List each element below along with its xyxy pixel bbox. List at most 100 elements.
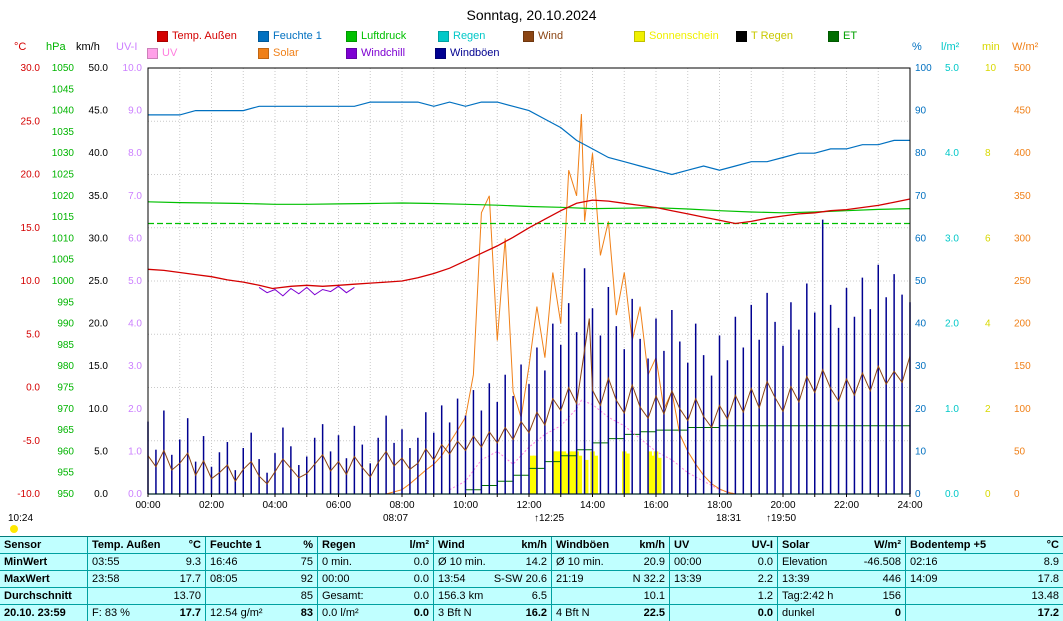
table-header-cell-temp-au-en: Temp. Außen°C [88, 537, 206, 553]
svg-text:980: 980 [57, 361, 74, 372]
svg-text:0.0: 0.0 [26, 383, 40, 394]
cell-detail: 4 Bft N [556, 605, 590, 621]
wind-swatch-icon [523, 31, 534, 42]
svg-text:24:00: 24:00 [897, 500, 922, 511]
cell-value: 9.3 [186, 554, 201, 570]
svg-text:10: 10 [915, 446, 927, 457]
cell-value: 85 [301, 588, 313, 604]
table-cell: 1.2 [670, 588, 778, 604]
svg-text:970: 970 [57, 404, 74, 415]
cell-detail: 23:58 [92, 571, 120, 587]
svg-text:02:00: 02:00 [199, 500, 224, 511]
cell-value: 14.2 [526, 554, 547, 570]
cell-value: 16.2 [526, 605, 547, 621]
svg-text:3.0: 3.0 [128, 361, 142, 372]
table-cell: 14:0917.8 [906, 571, 1063, 587]
svg-text:6.0: 6.0 [128, 233, 142, 244]
svg-text:2: 2 [985, 404, 991, 415]
svg-text:955: 955 [57, 468, 74, 479]
table-header-cell-solar: Solar W/m² [778, 537, 906, 553]
svg-text:9.0: 9.0 [128, 106, 142, 117]
table-header-cell-sensor: Sensor [0, 537, 88, 553]
sun-symbol-icon [10, 525, 18, 533]
column-label: Solar [782, 537, 810, 553]
svg-text:1020: 1020 [52, 191, 75, 202]
x-axis: 00:0002:0004:0006:0008:0010:0012:0014:00… [135, 494, 922, 511]
cell-detail: 21:19 [556, 571, 584, 587]
svg-text:50.0: 50.0 [89, 63, 109, 74]
cell-detail: F: 83 % [92, 605, 130, 621]
svg-text:10: 10 [985, 63, 997, 74]
table-cell: 3 Bft N16.2 [434, 605, 552, 621]
svg-text:90: 90 [915, 106, 927, 117]
table-cell: Ø 10 min.20.9 [552, 554, 670, 570]
svg-text:50: 50 [1014, 446, 1026, 457]
svg-text:6: 6 [985, 233, 991, 244]
table-cell: 16:4675 [206, 554, 318, 570]
legend-label: Windböen [450, 47, 500, 59]
cell-detail: 03:55 [92, 554, 120, 570]
svg-text:975: 975 [57, 383, 74, 394]
cell-value: 22.5 [644, 605, 665, 621]
svg-text:1050: 1050 [52, 63, 75, 74]
legend-label: Solar [273, 47, 299, 59]
cell-detail: 02:16 [910, 554, 938, 570]
svg-text:06:00: 06:00 [326, 500, 351, 511]
svg-text:08:00: 08:00 [389, 500, 414, 511]
svg-text:500: 500 [1014, 63, 1031, 74]
svg-text:350: 350 [1014, 191, 1031, 202]
legend-item-windchill: Windchill [346, 47, 405, 59]
svg-text:1015: 1015 [52, 212, 75, 223]
svg-text:60: 60 [915, 233, 927, 244]
table-cell: 0.0 [670, 605, 778, 621]
legend-label: T Regen [751, 30, 793, 42]
svg-text:0: 0 [985, 489, 991, 500]
legend-label: Wind [538, 30, 563, 42]
table-cell: F: 83 %17.7 [88, 605, 206, 621]
legend-item-et: ET [828, 30, 857, 42]
axis-pct: %1009080706050403020100 [912, 41, 932, 500]
column-label: Feuchte 1 [210, 537, 261, 553]
svg-text:1040: 1040 [52, 106, 75, 117]
cell-detail: 00:00 [674, 554, 702, 570]
column-label: Regen [322, 537, 356, 553]
table-cell: 0.0 l/m²0.0 [318, 605, 434, 621]
cell-value: 1.2 [758, 588, 773, 604]
cell-detail: 0 min. [322, 554, 352, 570]
svg-text:8: 8 [985, 148, 991, 159]
stats-table: SensorTemp. Außen°CFeuchte 1%Regenl/m²Wi… [0, 536, 1063, 621]
legend-label: Feuchte 1 [273, 30, 322, 42]
svg-text:250: 250 [1014, 276, 1031, 287]
svg-text:70: 70 [915, 191, 927, 202]
svg-text:950: 950 [57, 489, 74, 500]
svg-text:5.0: 5.0 [26, 329, 40, 340]
cell-value: 0.0 [758, 605, 773, 621]
svg-text:1.0: 1.0 [945, 404, 959, 415]
table-header-row: SensorTemp. Außen°CFeuchte 1%Regenl/m²Wi… [0, 537, 1063, 554]
sun-time-annotation: 08:07 [383, 513, 408, 524]
svg-text:18:00: 18:00 [707, 500, 732, 511]
column-unit: °C [1047, 537, 1059, 553]
legend-item-t-regen: T Regen [736, 30, 793, 42]
temp-au-en-swatch-icon [157, 31, 168, 42]
column-unit: UV-I [752, 537, 773, 553]
legend-item-solar: Solar [258, 47, 299, 59]
luftdruck-swatch-icon [346, 31, 357, 42]
axis-wm2: W/m²500450400350300250200150100500 [1012, 41, 1039, 500]
svg-text:20.0: 20.0 [89, 319, 109, 330]
table-cell: 00:000.0 [670, 554, 778, 570]
legend-label: UV [162, 47, 177, 59]
column-unit: W/m² [874, 537, 901, 553]
windb-en-swatch-icon [435, 48, 446, 59]
svg-text:40: 40 [915, 319, 927, 330]
axis-lm2: l/m²5.04.03.02.01.00.0 [941, 41, 960, 500]
table-cell: 10.1 [552, 588, 670, 604]
cell-value: 13.70 [173, 588, 201, 604]
column-unit: °C [189, 537, 201, 553]
et-swatch-icon [828, 31, 839, 42]
table-cell: Ø 10 min.14.2 [434, 554, 552, 570]
legend-label: Windchill [361, 47, 405, 59]
cell-value: 92 [301, 571, 313, 587]
cell-value: 20.9 [644, 554, 665, 570]
svg-text:10.0: 10.0 [89, 404, 109, 415]
